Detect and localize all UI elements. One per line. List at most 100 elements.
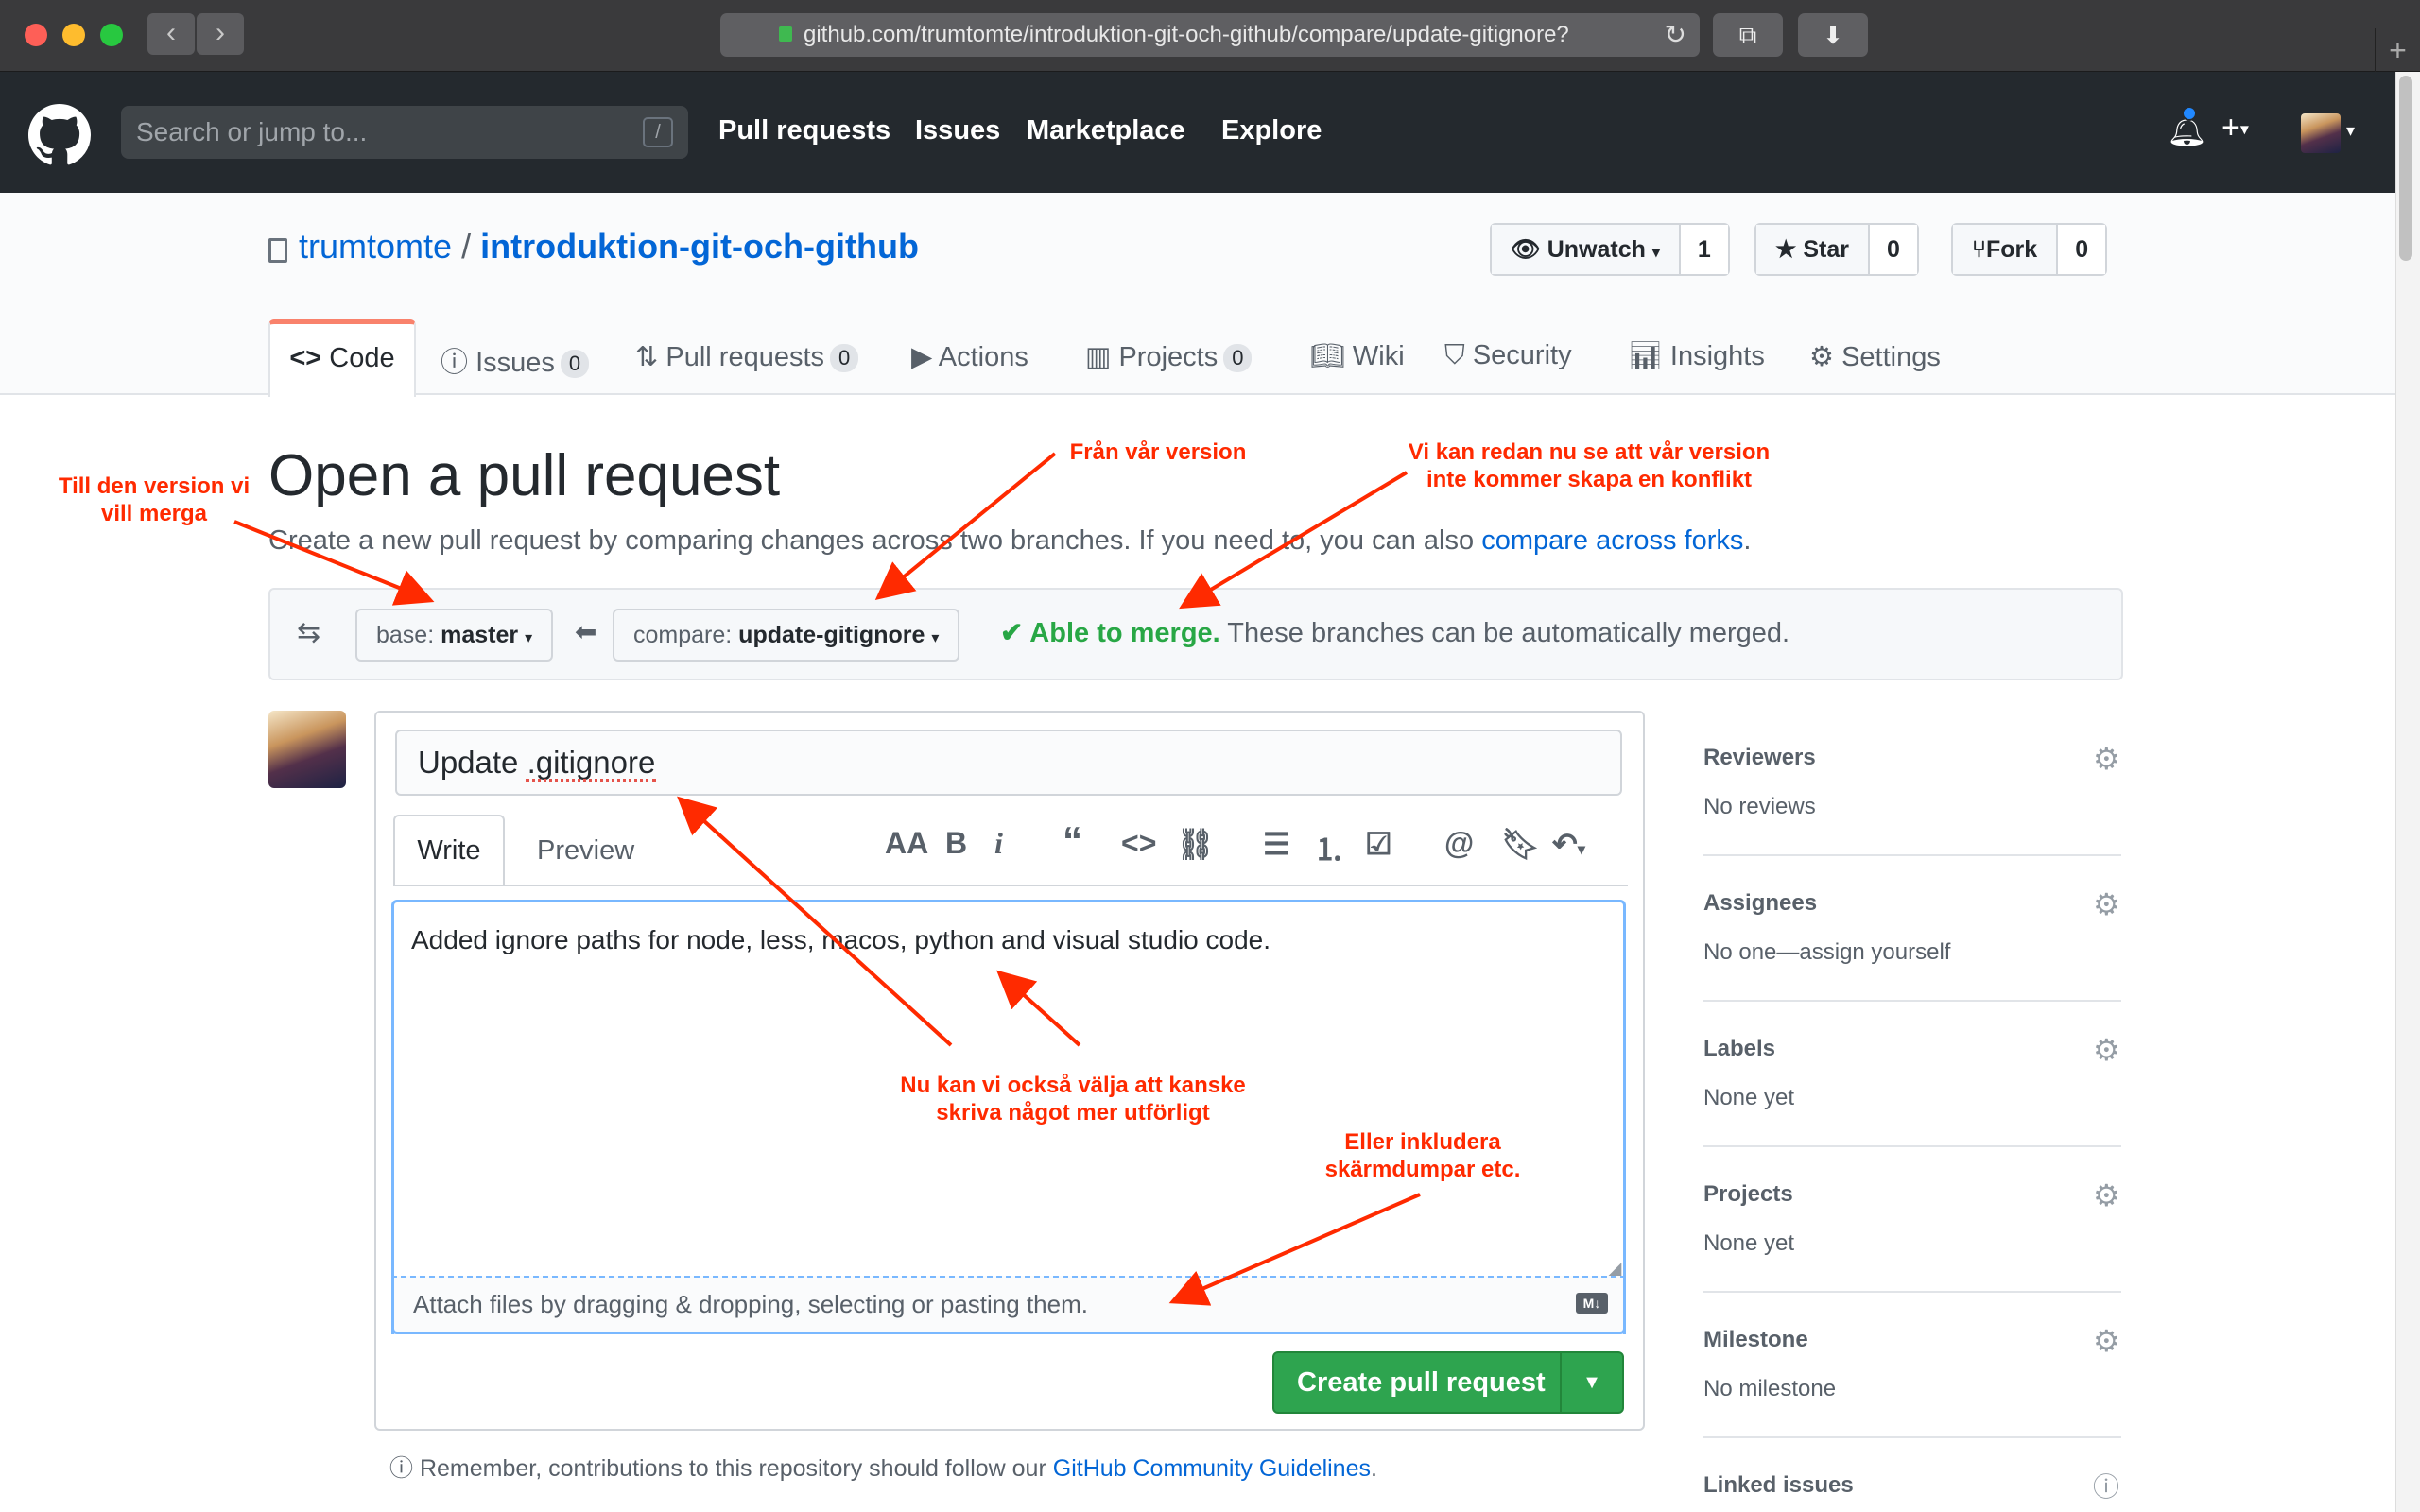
text-size-icon[interactable]: AA — [885, 826, 928, 861]
pr-body-text: Added ignore paths for node, less, macos… — [411, 925, 1271, 954]
create-pull-request-button[interactable]: Create pull request ▼ — [1272, 1351, 1624, 1414]
user-menu-caret-icon[interactable]: ▾ — [2346, 121, 2355, 141]
tab-pull-requests-label: Pull requests — [666, 342, 825, 372]
star-icon: ★ — [1775, 236, 1797, 263]
unwatch-label: Unwatch — [1547, 236, 1646, 263]
remember-end: . — [1371, 1455, 1377, 1482]
ordered-list-icon[interactable]: ⒈ — [1314, 826, 1344, 869]
info-icon: ⓘ — [389, 1455, 414, 1482]
page-title: Open a pull request — [268, 443, 781, 508]
star-button[interactable]: ★ Star — [1756, 225, 1871, 274]
lock-icon — [779, 26, 792, 42]
annotation-body: Nu kan vi också välja att kanske skriva n… — [870, 1072, 1276, 1126]
create-new-plus-icon[interactable]: +▾ — [2221, 110, 2249, 146]
nav-marketplace[interactable]: Marketplace — [1027, 115, 1185, 146]
tab-projects-label: Projects — [1118, 342, 1219, 372]
spellcheck-underline — [526, 779, 656, 782]
tab-preview[interactable]: Preview — [537, 835, 634, 867]
sidebar-assignees-value[interactable]: No one—assign yourself — [1703, 939, 1950, 966]
assignees-gear-icon[interactable]: ⚙ — [2093, 886, 2120, 922]
markdown-icon: M↓ — [1576, 1293, 1608, 1314]
create-options-caret-icon[interactable]: ▼ — [1560, 1353, 1622, 1412]
merge-status-detail: These branches can be automatically merg… — [1227, 618, 1790, 648]
page-scrollbar[interactable] — [2395, 72, 2420, 1512]
sidebar-projects-value: None yet — [1703, 1230, 1795, 1256]
fork-button[interactable]: ⑂Fork — [1953, 225, 2059, 274]
attach-files-area[interactable]: Attach files by dragging & dropping, sel… — [391, 1276, 1626, 1334]
reply-icon[interactable]: ↶▾ — [1552, 826, 1585, 862]
annotation-line: Nu kan vi också välja att kanske — [900, 1073, 1246, 1098]
tab-write[interactable]: Write — [393, 815, 505, 886]
reviewers-gear-icon[interactable]: ⚙ — [2093, 741, 2120, 777]
scrollbar-thumb[interactable] — [2399, 76, 2412, 261]
fork-label: Fork — [1986, 236, 2038, 263]
tab-issues[interactable]: ⓘ Issues 0 — [441, 340, 590, 380]
bold-icon[interactable]: B — [945, 826, 967, 861]
search-placeholder: Search or jump to... — [136, 117, 368, 146]
forks-count[interactable]: 0 — [2058, 225, 2106, 274]
address-bar[interactable]: github.com/trumtomte/introduktion-git-oc… — [720, 13, 1700, 57]
labels-gear-icon[interactable]: ⚙ — [2093, 1032, 2120, 1068]
linked-issues-info-icon[interactable]: ⓘ — [2093, 1467, 2119, 1504]
zoom-window-button[interactable] — [100, 24, 123, 46]
cross-reference-icon[interactable]: 🔖︎ — [1501, 826, 1540, 862]
projects-gear-icon[interactable]: ⚙ — [2093, 1177, 2120, 1213]
gear-icon: ⚙ — [1809, 342, 1834, 372]
repo-owner-link[interactable]: trumtomte — [299, 227, 452, 266]
mention-icon[interactable]: @ — [1444, 826, 1474, 861]
user-avatar[interactable] — [2301, 113, 2341, 153]
unwatch-button[interactable]: 👁︎ Unwatch ▾ — [1492, 225, 1681, 274]
stars-count[interactable]: 0 — [1870, 225, 1917, 274]
minimize-window-button[interactable] — [62, 24, 85, 46]
base-branch-select[interactable]: base: master ▾ — [355, 609, 554, 662]
downloads-icon[interactable]: ⬇ — [1798, 13, 1868, 57]
tab-wiki[interactable]: 📖︎ Wiki — [1310, 340, 1405, 372]
tab-pull-requests[interactable]: ⇅ Pull requests 0 — [635, 340, 859, 373]
repo-breadcrumb: trumtomte / introduktion-git-och-github — [299, 227, 919, 266]
search-input[interactable]: Search or jump to... / — [121, 106, 688, 159]
tabs-overview-icon[interactable]: ⧉ — [1713, 13, 1783, 57]
tab-insights[interactable]: 📊︎ Insights — [1628, 340, 1765, 372]
italic-icon[interactable]: i — [994, 826, 1003, 861]
nav-pull-requests[interactable]: Pull requests — [718, 115, 890, 146]
attach-hint: Attach files by dragging & dropping, sel… — [413, 1290, 1088, 1318]
git-pull-request-icon: ⇅ — [635, 342, 659, 372]
nav-explore[interactable]: Explore — [1221, 115, 1322, 146]
annotation-compare-branch: Från vår version — [1040, 438, 1276, 466]
compare-branch-select[interactable]: compare: update-gitignore ▾ — [613, 609, 960, 662]
base-prefix: base: — [376, 622, 435, 648]
forward-icon[interactable]: › — [197, 13, 244, 55]
sidebar-reviewers-value: No reviews — [1703, 794, 1816, 819]
watchers-count[interactable]: 1 — [1680, 225, 1728, 274]
author-avatar — [268, 711, 346, 788]
community-guidelines-link[interactable]: GitHub Community Guidelines — [1053, 1455, 1371, 1482]
code-icon: <> — [289, 343, 322, 373]
page-subtitle: Create a new pull request by comparing c… — [268, 525, 1751, 557]
sidebar-linked-issues-title: Linked issues — [1703, 1472, 1854, 1498]
new-tab-icon[interactable]: + — [2375, 28, 2420, 72]
shield-icon: ⛉ — [1444, 340, 1465, 370]
arrow-to-compare-branch — [874, 452, 1057, 601]
reload-icon[interactable]: ↻ — [1665, 13, 1686, 57]
tab-projects[interactable]: ▥ Projects 0 — [1085, 340, 1253, 373]
sidebar-divider — [1703, 1291, 2121, 1293]
repo-name-link[interactable]: introduktion-git-och-github — [480, 227, 919, 266]
tab-security[interactable]: ⛉ Security — [1444, 340, 1572, 371]
quote-icon[interactable]: “ — [1063, 818, 1082, 864]
tab-settings[interactable]: ⚙ Settings — [1809, 340, 1941, 373]
tab-actions[interactable]: ▶ Actions — [911, 340, 1028, 373]
task-list-icon[interactable]: ☑ — [1365, 826, 1392, 862]
close-window-button[interactable] — [25, 24, 47, 46]
tab-code[interactable]: <> Code — [268, 319, 416, 397]
code-icon[interactable]: <> — [1121, 826, 1156, 861]
github-logo-icon[interactable] — [28, 104, 91, 166]
link-icon[interactable]: ⛓ — [1176, 826, 1215, 862]
milestone-gear-icon[interactable]: ⚙ — [2093, 1323, 2120, 1359]
base-branch-name: master — [441, 622, 519, 648]
pr-title-input[interactable]: Update .gitignore — [395, 730, 1622, 796]
annotation-line: skriva något mer utförligt — [936, 1100, 1210, 1125]
back-icon[interactable]: ‹ — [147, 13, 195, 55]
nav-issues[interactable]: Issues — [915, 115, 1000, 146]
unordered-list-icon[interactable]: ☰ — [1263, 826, 1290, 862]
compare-across-forks-link[interactable]: compare across forks — [1481, 525, 1743, 556]
